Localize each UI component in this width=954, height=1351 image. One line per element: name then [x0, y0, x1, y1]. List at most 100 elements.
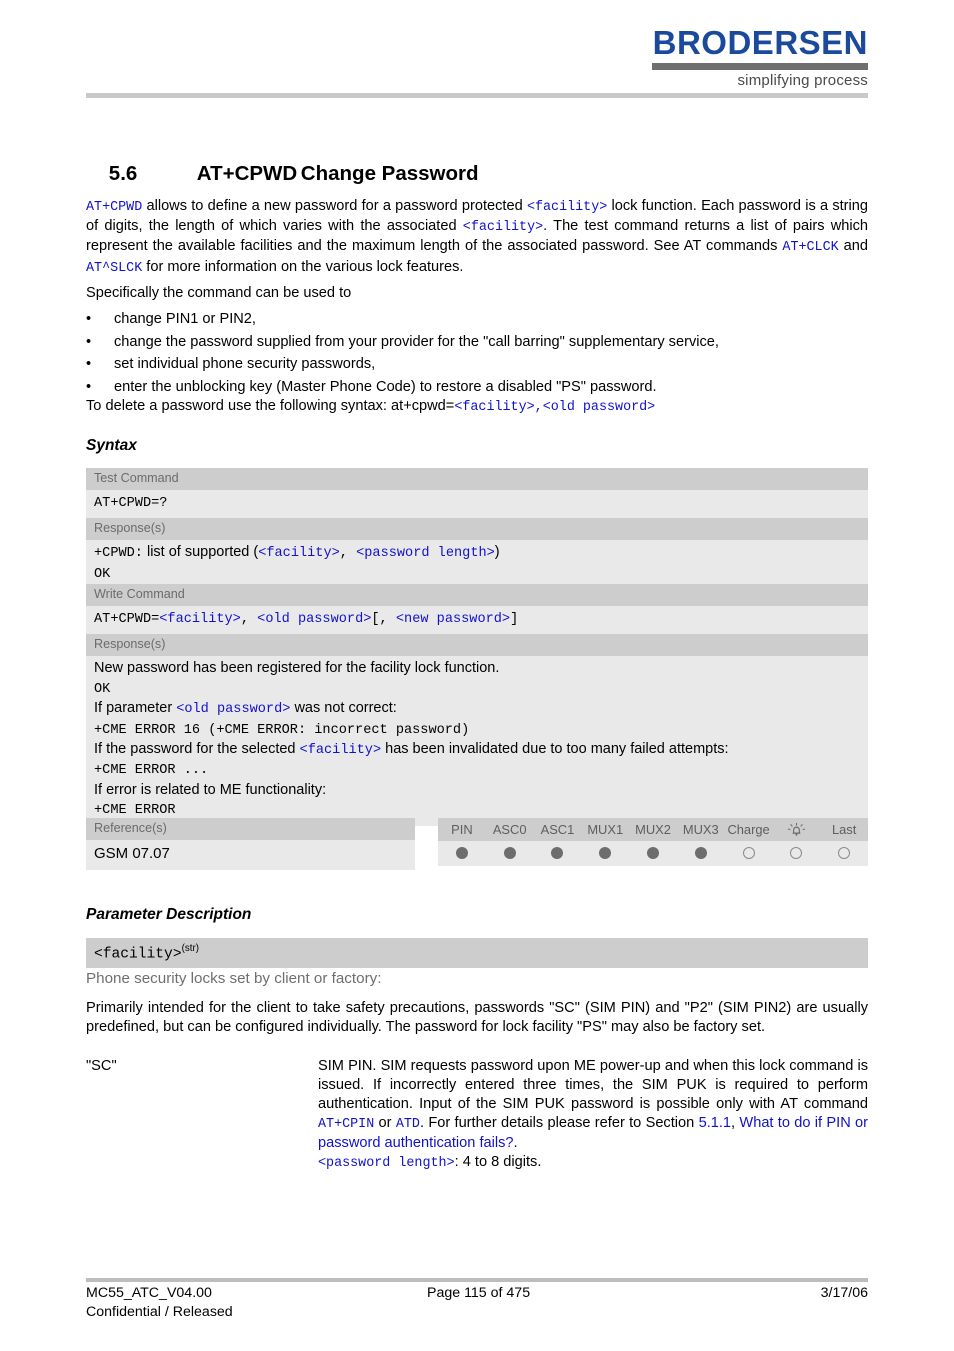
footer-classification: Confidential / Released — [86, 1304, 233, 1320]
bullet-marker-icon: • — [86, 333, 92, 350]
brodersen-logo: BRODERSEN simplifying process — [652, 26, 868, 88]
write-response-err-generic: +CME ERROR — [94, 803, 176, 819]
port-header-mux1: MUX1 — [587, 821, 624, 837]
intro-text-1: allows to define a new password for a pa… — [142, 198, 527, 214]
test-response-pwlength: <password length> — [356, 546, 495, 562]
intro-cmd-atclck: AT+CLCK — [782, 240, 839, 256]
header-rule — [86, 93, 868, 98]
port-header-pin: PIN — [451, 821, 473, 837]
page-header: BRODERSEN simplifying process — [0, 0, 954, 100]
reference-label: Reference(s) — [86, 818, 415, 840]
sc-link-section-number[interactable]: 5.1.1 — [699, 1115, 731, 1131]
section-name: Change Password — [300, 162, 479, 185]
test-command-body: AT+CPWD=? — [86, 490, 868, 519]
alarm-icon — [772, 821, 820, 837]
port-cell-mux1 — [581, 847, 629, 860]
write-command-block: Write Command AT+CPWD=<facility>, <old p… — [86, 584, 868, 826]
sc-link-atcpin[interactable]: AT+CPIN — [318, 1117, 374, 1132]
facility-subtitle: Phone security locks set by client or fa… — [86, 970, 382, 987]
list-item: • change PIN1 or PIN2, — [86, 308, 868, 331]
write-command-prefix: AT+CPWD= — [94, 612, 160, 627]
test-response-body: +CPWD: list of supported (<facility>, <p… — [86, 540, 868, 590]
facility-value-term: "SC" — [86, 1058, 117, 1074]
sc-desc-line2-b: or — [374, 1115, 396, 1131]
facility-value-description: SIM PIN. SIM requests password upon ME p… — [318, 1057, 868, 1173]
sc-link-atd[interactable]: ATD — [396, 1117, 420, 1132]
test-response-ok: OK — [94, 566, 111, 582]
port-table-row — [438, 841, 868, 867]
write-command-facility: <facility> — [159, 612, 241, 627]
logo-tagline: simplifying process — [737, 72, 868, 89]
port-cell-asc0 — [486, 847, 534, 860]
footer-date: 3/17/06 — [820, 1285, 868, 1301]
test-response-facility: <facility> — [258, 546, 340, 562]
delete-syntax-text: To delete a password use the following s… — [86, 398, 455, 414]
write-response-err16: +CME ERROR 16 (+CME ERROR: incorrect pas… — [94, 722, 470, 738]
write-command-sep1: , — [240, 612, 258, 627]
write-response-body: New password has been registered for the… — [86, 656, 868, 826]
write-command-optopen: [, — [371, 612, 396, 627]
write-response-cond2-param: <facility> — [299, 743, 382, 759]
sc-pwlength-param: <password length> — [318, 1156, 455, 1171]
document-page: BRODERSEN simplifying process 5.6 AT+CPWD… — [0, 0, 954, 1351]
footer-line-1: MC55_ATC_V04.00 Page 115 of 475 3/17/06 — [86, 1285, 868, 1304]
footer-page-number: Page 115 of 475 — [427, 1285, 531, 1301]
intro-facility-1: <facility> — [526, 200, 608, 215]
write-response-err-ellipsis: +CME ERROR ... — [94, 763, 209, 779]
test-response-text: list of supported ( — [142, 544, 259, 561]
test-response-close-paren: ) — [494, 544, 500, 561]
test-command-string: AT+CPWD=? — [94, 496, 168, 511]
sc-desc-line2-e: . — [513, 1135, 518, 1151]
delete-oldpassword-param: <old password> — [542, 400, 656, 415]
port-cell-last — [820, 847, 868, 860]
facility-parameter-name: <facility> — [94, 946, 182, 963]
write-response-cond1-param: <old password> — [176, 702, 291, 718]
facility-parameter-type: (str) — [181, 943, 199, 954]
write-response-cond1-b: was not correct: — [290, 700, 397, 717]
write-command-newpassword: <new password> — [395, 612, 511, 627]
list-item-label: set individual phone security passwords, — [114, 356, 376, 372]
test-response-prefix: +CPWD: — [94, 546, 143, 562]
sc-password-length-line: <password length>: 4 to 8 digits. — [318, 1153, 868, 1173]
intro-text-5: for more information on the various lock… — [142, 258, 464, 275]
port-header-last: Last — [831, 821, 857, 837]
write-response-cond2-a: If the password for the selected — [94, 741, 300, 758]
port-availability-table: PIN ASC0 ASC1 MUX1 MUX2 MUX3 Charge Last — [438, 818, 868, 867]
port-header-asc0: ASC0 — [492, 821, 527, 837]
usage-lead-in: Specifically the command can be used to — [86, 285, 352, 301]
port-header-mux3: MUX3 — [682, 821, 719, 837]
footer-rule — [86, 1278, 868, 1282]
write-command-optclose: ] — [510, 612, 519, 627]
delete-syntax-note: To delete a password use the following s… — [86, 397, 868, 417]
write-response-cond2-b: has been invalidated due to too many fai… — [381, 741, 729, 758]
intro-cmd-atcpwd: AT+CPWD — [86, 200, 143, 215]
port-table-header: PIN ASC0 ASC1 MUX1 MUX2 MUX3 Charge Last — [438, 818, 868, 842]
intro-facility-2: <facility> — [462, 220, 544, 236]
facility-parameter-box: <facility>(str) — [86, 938, 868, 969]
logo-divider-bar — [652, 63, 868, 70]
list-item: • set individual phone security password… — [86, 353, 868, 376]
bullet-marker-icon: • — [86, 356, 92, 372]
write-response-cond3: If error is related to ME functionality: — [94, 781, 327, 798]
usage-bullet-list: • change PIN1 or PIN2, • change the pass… — [86, 308, 868, 398]
list-item: "SC" SIM PIN. SIM requests password upon… — [86, 1057, 868, 1173]
test-response-sep: , — [339, 546, 357, 562]
facility-description: Primarily intended for the client to tak… — [86, 1000, 868, 1036]
facility-value-list: "SC" SIM PIN. SIM requests password upon… — [86, 1057, 868, 1173]
port-cell-mux2 — [629, 847, 677, 860]
list-item-label: change PIN1 or PIN2, — [114, 311, 256, 327]
footer-doc-id: MC55_ATC_V04.00 — [86, 1285, 212, 1301]
parameter-description-heading: Parameter Description — [86, 906, 252, 923]
reference-value: GSM 07.07 — [86, 840, 415, 870]
list-item: • change the password supplied from your… — [86, 331, 868, 354]
sc-desc-line2-a: If incorrectly entered three times, the … — [318, 1077, 868, 1112]
section-command: AT+CPWD — [196, 162, 298, 185]
port-cell-asc1 — [534, 847, 582, 860]
port-cell-mux3 — [677, 847, 725, 860]
list-item: • enter the unblocking key (Master Phone… — [86, 376, 868, 399]
sc-desc-line2-c: . For further details please refer to Se… — [419, 1115, 699, 1131]
logo-wordmark: BRODERSEN — [652, 24, 868, 61]
reference-block: Reference(s) GSM 07.07 — [86, 818, 415, 870]
sc-pwlength-value: : 4 to 8 digits. — [454, 1154, 542, 1170]
port-header-mux2: MUX2 — [635, 821, 671, 837]
